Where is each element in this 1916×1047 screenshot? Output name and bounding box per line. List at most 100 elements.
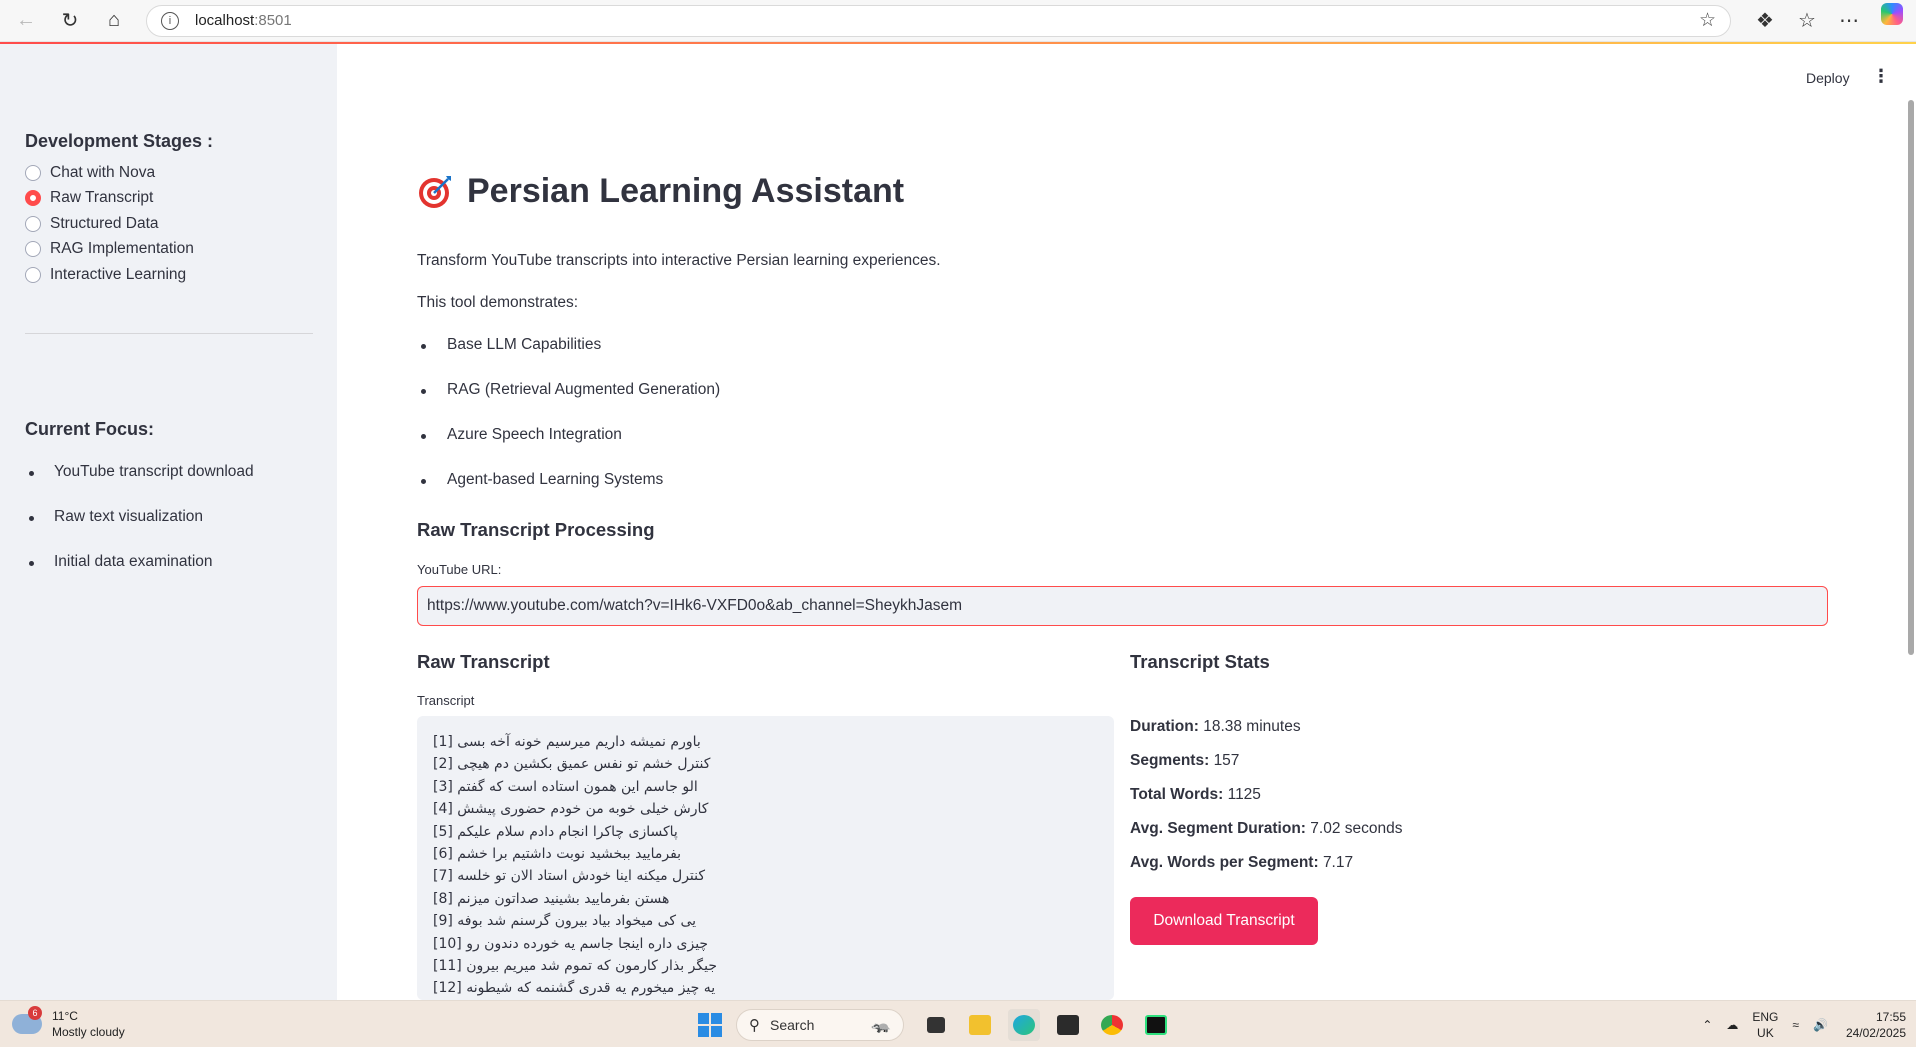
- feature-list-item: Base LLM Capabilities: [417, 336, 720, 381]
- pycharm-icon[interactable]: [1140, 1009, 1172, 1041]
- search-icon: ⚲: [749, 1017, 760, 1034]
- stage-radio-option[interactable]: RAG Implementation: [25, 237, 194, 263]
- transcript-line: [8] هستن بفرمایید بشینید صداتون میزنم: [433, 890, 670, 907]
- url-host: localhost: [195, 12, 255, 29]
- bullet-icon: [421, 434, 426, 439]
- taskbar-search[interactable]: ⚲ Search 🦡: [736, 1009, 904, 1041]
- search-highlight-icon: 🦡: [871, 1017, 891, 1034]
- file-explorer-icon[interactable]: [964, 1009, 996, 1041]
- temperature: 11°C: [52, 1009, 78, 1023]
- windows-taskbar: 6 11°C Mostly cloudy ⚲ Search 🦡 ⌃ ☁ ENG …: [0, 1000, 1916, 1047]
- focus-item-label: YouTube transcript download: [54, 463, 254, 480]
- favorites-icon[interactable]: ☆: [1789, 3, 1825, 39]
- language-code: ENG: [1752, 1010, 1779, 1024]
- transcript-line: [5] پاکسازی چاکرا انجام دادم سلام علیکم: [433, 823, 678, 840]
- stat-label: Avg. Segment Duration:: [1130, 820, 1306, 837]
- transcript-line: [6] بفرمایید ببخشید نوبت داشتیم برا خشم: [433, 845, 682, 862]
- transcript-line: [9] یی کی میخواد بیاد بیرون گرسنم شد بوف…: [433, 913, 697, 930]
- youtube-url-input[interactable]: https://www.youtube.com/watch?v=IHk6-VXF…: [417, 586, 1828, 626]
- focus-item-label: Initial data examination: [54, 553, 213, 570]
- feature-label: Base LLM Capabilities: [447, 336, 602, 353]
- site-info-icon[interactable]: i: [161, 11, 179, 30]
- transcript-line: [10] چیزی داره اینجا جاسم یه خورده دندون…: [433, 935, 709, 952]
- more-menu-icon[interactable]: ⋯: [1831, 3, 1867, 39]
- intro-text: Transform YouTube transcripts into inter…: [417, 252, 941, 269]
- wifi-icon[interactable]: ≈: [1792, 1017, 1799, 1033]
- weather-widget[interactable]: 6 11°C Mostly cloudy: [12, 1006, 125, 1040]
- stage-radio-option[interactable]: Chat with Nova: [25, 160, 194, 186]
- focus-item-label: Raw text visualization: [54, 508, 204, 525]
- home-icon[interactable]: ⌂: [96, 3, 132, 39]
- stage-radio-group: Chat with Nova Raw Transcript Structured D…: [25, 160, 194, 288]
- feature-list-item: Azure Speech Integration: [417, 426, 720, 471]
- transcript-line: [1] باورم نمیشه داریم میرسیم خونه آخه بس…: [433, 734, 701, 750]
- stage-radio-option[interactable]: Structured Data: [25, 211, 194, 237]
- radio-unchecked-icon[interactable]: [25, 164, 41, 181]
- page-title: Persian Learning Assistant: [467, 172, 905, 210]
- transcript-textarea[interactable]: [1] باورم نمیشه داریم میرسیم خونه آخه بس…: [417, 716, 1114, 1000]
- bullet-icon: [421, 479, 426, 484]
- clock-date: 24/02/2025: [1845, 1026, 1906, 1040]
- stage-radio-option[interactable]: Raw Transcript: [25, 186, 194, 212]
- radio-checked-icon[interactable]: [25, 190, 41, 207]
- radio-unchecked-icon[interactable]: [25, 215, 41, 232]
- clock[interactable]: 17:55 24/02/2025: [1846, 1009, 1906, 1041]
- onedrive-icon[interactable]: ☁: [1726, 1017, 1738, 1033]
- youtube-url-label: YouTube URL:: [417, 562, 502, 577]
- taskbar-search-label: Search: [770, 1017, 815, 1033]
- feature-list-item: RAG (Retrieval Augmented Generation): [417, 381, 720, 426]
- transcript-line: [11] جیگر بذار کارمون که تموم شد میریم ب…: [433, 957, 717, 974]
- radio-unchecked-icon[interactable]: [25, 241, 41, 258]
- chrome-icon[interactable]: [1096, 1009, 1128, 1041]
- radio-unchecked-icon[interactable]: [25, 266, 41, 283]
- terminal-icon[interactable]: [1052, 1009, 1084, 1041]
- stage-radio-label: Interactive Learning: [50, 265, 187, 283]
- reload-icon[interactable]: ↻: [52, 3, 88, 39]
- transcript-line: [3] الو جاسم این همون استاده است که گفتم: [433, 778, 698, 795]
- feature-label: Agent-based Learning Systems: [447, 471, 664, 488]
- weather-badge: 6: [28, 1006, 42, 1020]
- stage-radio-label: Structured Data: [50, 214, 159, 232]
- feature-list-item: Agent-based Learning Systems: [417, 471, 720, 516]
- main-menu-icon[interactable]: ⋮: [1872, 66, 1890, 87]
- back-icon[interactable]: ←: [8, 3, 44, 39]
- transcript-line: [4] کارش خیلی خوبه من خودم حضوری پیشش: [433, 801, 709, 818]
- extensions-icon[interactable]: ❖: [1747, 3, 1783, 39]
- transcript-label: Transcript: [417, 693, 475, 708]
- focus-list-item: Initial data examination: [25, 553, 254, 598]
- stat-label: Avg. Words per Segment:: [1130, 854, 1319, 871]
- transcript-line: [7] کنترل میکنه اینا خودش استاد الان تو …: [433, 868, 706, 885]
- stage-radio-label: RAG Implementation: [50, 240, 194, 258]
- deploy-button[interactable]: Deploy: [1806, 70, 1850, 86]
- stat-value: 18.38 minutes: [1203, 718, 1301, 735]
- transcript-line: [2] کنترل خشم تو نفس عمیق بکشین دم هیچی: [433, 756, 711, 773]
- stat-label: Duration:: [1130, 718, 1199, 735]
- stat-row: Duration: 18.38 minutes: [1130, 718, 1301, 736]
- current-focus-heading: Current Focus:: [25, 419, 155, 439]
- edge-icon[interactable]: [1008, 1009, 1040, 1041]
- feature-label: RAG (Retrieval Augmented Generation): [447, 381, 721, 398]
- stat-label: Total Words:: [1130, 786, 1224, 803]
- raw-transcript-heading: Raw Transcript: [417, 651, 550, 672]
- download-transcript-button[interactable]: Download Transcript: [1130, 897, 1318, 945]
- windows-start-icon[interactable]: [698, 1013, 722, 1037]
- stat-label: Segments:: [1130, 752, 1210, 769]
- youtube-url-value: https://www.youtube.com/watch?v=IHk6-VXF…: [427, 597, 963, 614]
- stat-value: 157: [1213, 752, 1240, 769]
- task-view-icon[interactable]: [920, 1009, 952, 1041]
- keyboard-layout: UK: [1757, 1026, 1774, 1040]
- stat-row: Total Words: 1125: [1130, 786, 1261, 804]
- bullet-icon: [421, 344, 426, 349]
- development-stages-heading: Development Stages :: [25, 131, 214, 151]
- volume-icon[interactable]: 🔊: [1813, 1017, 1828, 1033]
- tray-chevron-icon[interactable]: ⌃: [1702, 1017, 1712, 1033]
- address-bar[interactable]: i localhost:8501 ☆: [146, 4, 1731, 37]
- stage-radio-option[interactable]: Interactive Learning: [25, 262, 194, 288]
- feature-label: Azure Speech Integration: [447, 426, 622, 443]
- weather-condition: Mostly cloudy: [52, 1025, 125, 1039]
- copilot-icon[interactable]: [1881, 2, 1903, 25]
- stage-radio-label: Chat with Nova: [50, 163, 156, 181]
- language-indicator[interactable]: ENG UK: [1752, 1009, 1778, 1041]
- page-scrollbar[interactable]: [1908, 100, 1914, 655]
- favorite-star-icon[interactable]: ☆: [1699, 9, 1716, 32]
